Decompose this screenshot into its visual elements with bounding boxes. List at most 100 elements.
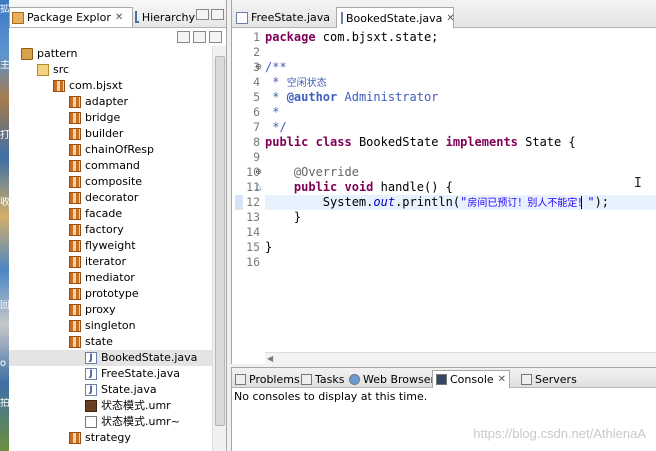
code-line[interactable]: public void handle() { xyxy=(265,180,453,195)
fold-toggle-icon[interactable]: ⊖ xyxy=(254,168,263,177)
tab-servers[interactable]: Servers xyxy=(518,370,580,388)
package-icon xyxy=(69,224,81,236)
tree-item-label: bridge xyxy=(85,111,121,124)
desktop-glyph: 收 xyxy=(0,197,9,208)
code-line[interactable]: } xyxy=(265,210,301,225)
package-explorer-toolbar xyxy=(9,28,226,46)
tree-item-label: FreeState.java xyxy=(101,367,181,380)
tree-item[interactable]: J State.java xyxy=(9,382,212,398)
tree-item[interactable]: facade xyxy=(9,206,212,222)
tab-problems[interactable]: Problems xyxy=(232,370,303,388)
code-line[interactable]: System.out.println("房间已预订！别人不能定！"); xyxy=(265,195,609,210)
tree-item[interactable]: decorator xyxy=(9,190,212,206)
tab-web-browser[interactable]: Web Browser xyxy=(346,370,438,388)
package-icon xyxy=(69,208,81,220)
tree-item[interactable]: flyweight xyxy=(9,238,212,254)
tree-item-label: singleton xyxy=(85,319,136,332)
line-number: 13 xyxy=(246,210,260,224)
code-line[interactable]: * xyxy=(265,105,279,120)
vertical-scrollbar[interactable] xyxy=(212,46,226,451)
code-line[interactable]: package com.bjsxt.state; xyxy=(265,30,438,45)
close-icon[interactable]: ✕ xyxy=(498,374,506,385)
line-number: 1 xyxy=(253,30,260,44)
close-icon[interactable]: ✕ xyxy=(115,12,123,23)
code-line[interactable]: * 空闲状态 xyxy=(265,75,326,90)
tab-label: FreeState.java xyxy=(251,11,331,24)
tree-item[interactable]: adapter xyxy=(9,94,212,110)
console-icon xyxy=(436,374,447,385)
tab-bookedstate-java[interactable]: BookedState.java ✕ xyxy=(336,7,455,28)
horizontal-scrollbar[interactable]: ◀ xyxy=(265,352,656,364)
tree-item[interactable]: 状态模式.umr~ xyxy=(9,414,212,430)
package-explorer-panel: Package Explor ✕ Hierarchy pattern src com… xyxy=(9,0,227,451)
tree-item[interactable]: state xyxy=(9,334,212,350)
tree-item[interactable]: com.bjsxt xyxy=(9,78,212,94)
tab-tasks[interactable]: Tasks xyxy=(298,370,347,388)
tree-item[interactable]: bridge xyxy=(9,110,212,126)
code-line[interactable]: */ xyxy=(265,120,286,135)
tree-item[interactable]: proxy xyxy=(9,302,212,318)
tree-item[interactable]: mediator xyxy=(9,270,212,286)
line-number: 14 xyxy=(246,225,260,239)
line-number: 9 xyxy=(253,150,260,164)
tree-item[interactable]: factory xyxy=(9,222,212,238)
tree-item-label: State.java xyxy=(101,383,157,396)
code-line[interactable]: } xyxy=(265,240,272,255)
tree-item-label: strategy xyxy=(85,431,131,444)
tab-freestate-java[interactable]: FreeState.java xyxy=(232,7,336,28)
tree-item-label: iterator xyxy=(85,255,126,268)
java-file-icon: J xyxy=(85,384,97,396)
tree-item[interactable]: J FreeState.java xyxy=(9,366,212,382)
link-with-editor-icon[interactable] xyxy=(193,31,206,43)
maximize-icon[interactable] xyxy=(211,9,224,20)
tab-hierarchy[interactable]: Hierarchy xyxy=(135,7,195,27)
view-menu-icon[interactable] xyxy=(209,31,222,43)
scroll-left-icon[interactable]: ◀ xyxy=(267,354,273,363)
code-line[interactable]: /** xyxy=(265,60,287,75)
minimize-icon[interactable] xyxy=(196,9,209,20)
tree-item-label: command xyxy=(85,159,140,172)
line-number: 4 xyxy=(253,75,260,89)
tab-label: BookedState.java xyxy=(346,11,443,25)
fold-toggle-icon[interactable]: ⊖ xyxy=(254,63,263,72)
tree-item[interactable]: J BookedState.java xyxy=(9,350,212,366)
tree-item-label: proxy xyxy=(85,303,116,316)
collapse-all-icon[interactable] xyxy=(177,31,190,43)
desktop-glyph: 回 xyxy=(0,300,9,311)
umr-file-icon xyxy=(85,400,97,412)
tree-item-label: prototype xyxy=(85,287,139,300)
tab-label: Web Browser xyxy=(363,372,436,386)
scrollbar-thumb[interactable] xyxy=(215,56,225,426)
java-file-icon: J xyxy=(85,368,97,380)
tree-item-label: chainOfResp xyxy=(85,143,154,156)
code-line[interactable]: public class BookedState implements Stat… xyxy=(265,135,576,150)
line-number: 15 xyxy=(246,240,260,254)
project-icon xyxy=(21,48,33,60)
code-line[interactable]: @Override xyxy=(265,165,359,180)
line-number: 12 xyxy=(246,195,260,209)
tree-item[interactable]: strategy xyxy=(9,430,212,446)
watermark: https://blog.csdn.net/AthlenaA xyxy=(473,426,646,441)
code-area[interactable]: package com.bjsxt.state; /** * 空闲状态 * @au… xyxy=(265,28,656,352)
close-icon[interactable]: ✕ xyxy=(446,13,454,24)
tab-package-explorer[interactable]: Package Explor ✕ xyxy=(9,7,133,27)
tree-item[interactable]: iterator xyxy=(9,254,212,270)
package-icon xyxy=(69,176,81,188)
package-icon xyxy=(69,128,81,140)
tree-item[interactable]: pattern xyxy=(9,46,212,62)
tree-item[interactable]: command xyxy=(9,158,212,174)
tree-item[interactable]: singleton xyxy=(9,318,212,334)
package-icon xyxy=(69,336,81,348)
tree-item[interactable]: prototype xyxy=(9,286,212,302)
code-line[interactable]: * @author Administrator xyxy=(265,90,438,105)
console-message: No consoles to display at this time. xyxy=(234,390,428,403)
package-explorer-tabbar: Package Explor ✕ Hierarchy xyxy=(9,0,226,28)
tree-item[interactable]: composite xyxy=(9,174,212,190)
tree-item[interactable]: builder xyxy=(9,126,212,142)
tree-item-label: composite xyxy=(85,175,143,188)
tree-item[interactable]: src xyxy=(9,62,212,78)
tree-item[interactable]: 状态模式.umr xyxy=(9,398,212,414)
tree-item[interactable]: chainOfResp xyxy=(9,142,212,158)
tab-console[interactable]: Console ✕ xyxy=(432,370,511,388)
package-icon xyxy=(69,320,81,332)
